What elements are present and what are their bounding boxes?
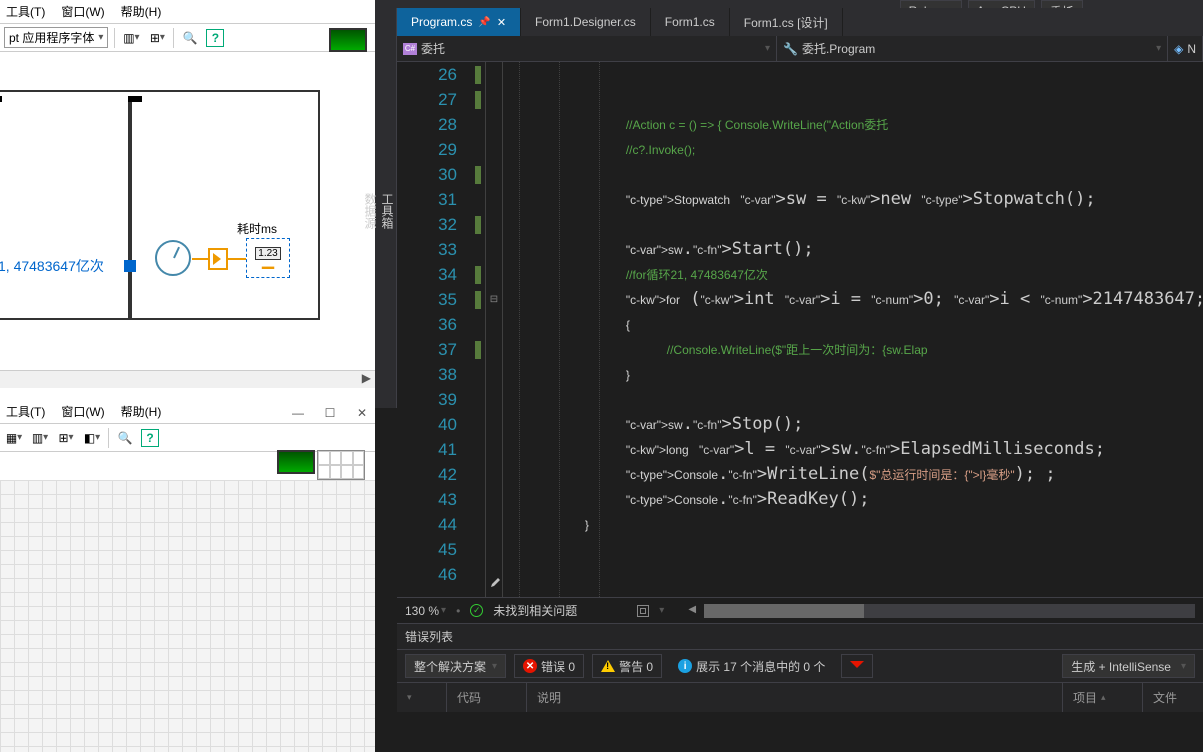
messages-pill[interactable]: i展示 17 个消息中的 0 个 [670, 654, 833, 678]
check-icon: ✓ [470, 604, 483, 617]
distribute-icon-b[interactable]: ⊞▾ [56, 428, 76, 448]
scrollbar-h-editor[interactable] [704, 604, 1195, 618]
help-icon-b[interactable]: ? [141, 429, 159, 447]
align-icon-b[interactable]: ▥▾ [30, 428, 50, 448]
connector-pane[interactable] [317, 450, 365, 480]
crumb-member[interactable]: ◈ N [1168, 36, 1203, 61]
crumb-namespace[interactable]: C#委托 ▾ [397, 36, 777, 61]
code-area[interactable]: //Action c = () => { Console.WriteLine("… [503, 62, 1203, 597]
code-editor[interactable]: 2627282930313233343536373839404142434445… [397, 62, 1203, 597]
indicator-label: 耗时ms [237, 220, 277, 237]
col-proj[interactable]: 项目▴ [1063, 683, 1143, 712]
change-marks [471, 62, 485, 597]
filter-button[interactable] [841, 654, 873, 678]
build-source-combo[interactable]: 生成 + IntelliSense▾ [1062, 654, 1195, 678]
error-rows [397, 712, 1203, 752]
search-icon[interactable]: 🔍 [180, 28, 200, 48]
menu-tools-b[interactable]: 工具(T) [6, 403, 45, 420]
align-icon[interactable]: ▥▾ [121, 28, 141, 48]
search-icon-b[interactable]: 🔍 [115, 428, 135, 448]
info-icon: i [678, 659, 692, 673]
scope-combo[interactable]: 整个解决方案▾ [405, 654, 506, 678]
minimap-icon[interactable] [637, 605, 649, 617]
col-code[interactable]: 代码 [447, 683, 527, 712]
tab-close-icon[interactable]: ✕ [497, 16, 506, 29]
minimize-icon[interactable]: — [291, 406, 305, 420]
error-list-header[interactable]: 错误列表 [397, 623, 1203, 649]
tab-program-cs[interactable]: Program.cs 📌 ✕ [397, 8, 521, 36]
zoom-level[interactable]: 130 %▾ [405, 604, 446, 618]
layout-icon[interactable]: ▦▾ [4, 428, 24, 448]
subtract-node[interactable] [208, 248, 228, 270]
menu-tools[interactable]: 工具(T) [6, 3, 45, 20]
menu-help-b[interactable]: 帮助(H) [121, 403, 162, 420]
help-icon[interactable]: ? [206, 29, 224, 47]
col-file[interactable]: 文件 [1143, 683, 1203, 712]
pin-icon[interactable]: 📌 [478, 17, 490, 28]
error-icon: ✕ [523, 659, 537, 673]
menu-window-b[interactable]: 窗口(W) [61, 403, 104, 420]
numeric-indicator[interactable]: 1.23 ▂▂ [246, 238, 290, 278]
loop-count-label: 1, 47483647亿次 [0, 256, 104, 276]
error-list-toolbar: 整个解决方案▾ ✕错误 0 警告 0 i展示 17 个消息中的 0 个 生成 +… [397, 649, 1203, 682]
filter-icon [850, 659, 864, 673]
labview-toolbar-top: pt 应用程序字体▾ ▥▾ ⊞▾ 🔍 ? [0, 24, 375, 52]
scrollbar-h[interactable]: ▶ [0, 370, 375, 388]
block-diagram[interactable]: 1, 47483647亿次 耗时ms 1.23 ▂▂ [0, 80, 320, 340]
fold-column[interactable]: ⊟ [485, 62, 503, 597]
timer-node[interactable] [155, 240, 191, 276]
tab-form1[interactable]: Form1.cs [651, 8, 730, 36]
col-desc[interactable]: 说明 [527, 683, 1063, 712]
order-icon[interactable]: ◧▾ [82, 428, 102, 448]
front-panel-grid[interactable] [0, 480, 375, 752]
key-icon: 🔧 [783, 42, 798, 56]
warnings-pill[interactable]: 警告 0 [592, 654, 662, 678]
warning-icon [601, 660, 615, 672]
menu-help[interactable]: 帮助(H) [121, 3, 162, 20]
close-icon[interactable]: ✕ [355, 406, 369, 420]
crumb-class[interactable]: 🔧委托.Program ▾ [777, 36, 1168, 61]
error-columns: ▾ 代码 说明 项目▴ 文件 [397, 682, 1203, 712]
tunnel-node[interactable] [124, 260, 136, 272]
menu-window[interactable]: 窗口(W) [61, 3, 104, 20]
tab-form1-design[interactable]: Form1.cs [设计] [730, 8, 843, 36]
labview-toolbar-bot: ▦▾ ▥▾ ⊞▾ ◧▾ 🔍 ? [0, 424, 375, 452]
line-gutter: 2627282930313233343536373839404142434445… [397, 62, 471, 597]
side-tab-toolbox[interactable]: 工具箱 [379, 14, 396, 408]
col-icon[interactable]: ▾ [397, 683, 447, 712]
distribute-icon[interactable]: ⊞▾ [147, 28, 167, 48]
labview-menu-top: 工具(T) 窗口(W) 帮助(H) [0, 0, 375, 24]
errors-pill[interactable]: ✕错误 0 [514, 654, 584, 678]
status-text: 未找到相关问题 [493, 602, 577, 619]
breadcrumb: C#委托 ▾ 🔧委托.Program ▾ ◈ N [397, 36, 1203, 62]
editor-status-bar: 130 %▾ • ✓ 未找到相关问题 ▾ [397, 597, 1203, 623]
maximize-icon[interactable]: ☐ [323, 406, 337, 420]
tab-designer[interactable]: Form1.Designer.cs [521, 8, 651, 36]
side-tab-datasource[interactable]: 数据源 [362, 14, 379, 408]
cube-icon: ◈ [1174, 42, 1183, 56]
editor-tabs: Program.cs 📌 ✕ Form1.Designer.cs Form1.c… [397, 8, 1203, 36]
eyedropper-icon[interactable] [487, 573, 503, 589]
font-selector[interactable]: pt 应用程序字体▾ [4, 27, 108, 48]
terminal-icon-b[interactable] [277, 450, 315, 474]
